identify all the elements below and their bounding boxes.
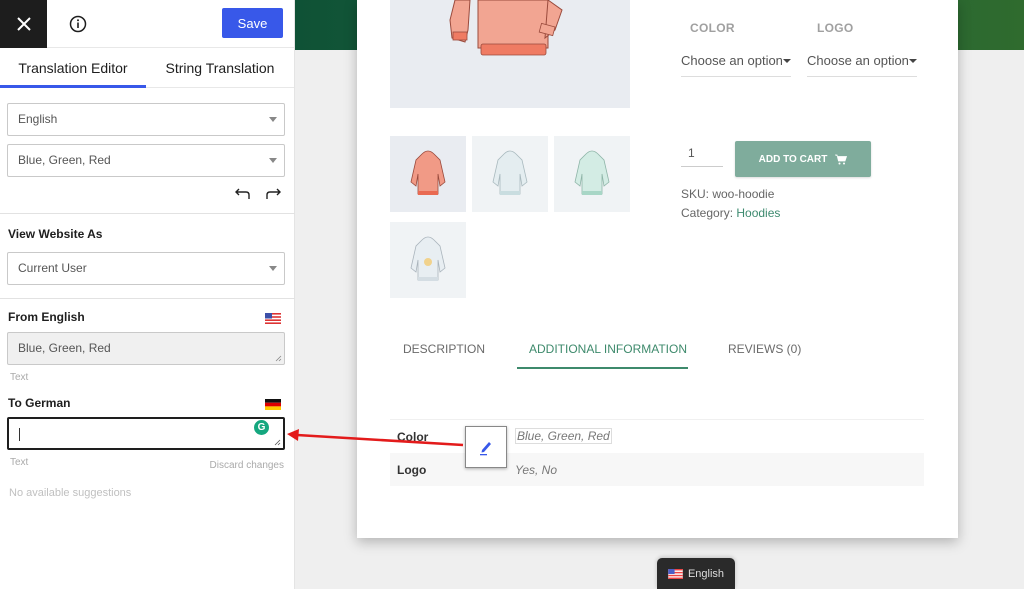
undo-button[interactable] xyxy=(234,186,254,204)
source-type-label: Text xyxy=(10,372,29,383)
editor-tabs: Translation Editor String Translation xyxy=(0,48,294,88)
thumbnail-red-hoodie[interactable] xyxy=(390,136,466,212)
text-cursor xyxy=(19,428,20,441)
color-select[interactable]: Choose an option xyxy=(681,48,791,77)
product-card: COLOR LOGO Choose an option Choose an op… xyxy=(357,0,958,538)
active-tab-indicator xyxy=(517,367,688,369)
suggestions-text: No available suggestions xyxy=(9,487,132,499)
editor-topbar: Save xyxy=(0,0,294,48)
close-icon xyxy=(16,17,31,31)
pencil-icon xyxy=(480,442,491,456)
info-value-logo: Yes, No xyxy=(515,463,558,477)
tab-translation-editor[interactable]: Translation Editor xyxy=(0,48,146,88)
language-select-value: English xyxy=(18,112,58,126)
us-flag-icon xyxy=(668,568,683,579)
add-to-cart-label: ADD TO CART xyxy=(758,153,828,165)
quantity-input[interactable]: 1 xyxy=(681,143,723,167)
redo-button[interactable] xyxy=(264,186,284,204)
source-text-value: Blue, Green, Red xyxy=(18,341,111,355)
info-button[interactable] xyxy=(66,12,90,36)
tab-additional-information[interactable]: ADDITIONAL INFORMATION xyxy=(529,342,687,356)
logo-select[interactable]: Choose an option xyxy=(807,48,917,77)
save-button[interactable]: Save xyxy=(222,8,283,38)
color-attribute-label: COLOR xyxy=(690,21,735,35)
view-as-value: Current User xyxy=(18,261,87,275)
discard-changes-link[interactable]: Discard changes xyxy=(210,460,284,471)
red-hoodie-thumbnail-icon xyxy=(410,150,446,195)
from-language-label: From English xyxy=(8,310,85,324)
grammarly-icon[interactable]: G xyxy=(254,420,269,435)
edit-translation-button[interactable] xyxy=(465,426,507,468)
info-icon xyxy=(69,15,87,33)
view-as-label: View Website As xyxy=(8,227,103,241)
cart-icon xyxy=(835,154,848,164)
color-select-value: Choose an option xyxy=(681,53,783,68)
to-language-label: To German xyxy=(8,396,71,410)
us-flag-icon xyxy=(265,313,281,324)
string-select[interactable]: Blue, Green, Red xyxy=(7,144,285,177)
tab-string-translation[interactable]: String Translation xyxy=(146,48,294,87)
translation-editor-panel: Save Translation Editor String Translati… xyxy=(0,0,295,589)
chevron-down-icon xyxy=(269,117,277,122)
thumbnail-blue-hoodie[interactable] xyxy=(472,136,548,212)
view-as-select[interactable]: Current User xyxy=(7,252,285,285)
product-category: Category: Hoodies xyxy=(681,206,780,220)
chevron-down-icon xyxy=(783,59,791,63)
chevron-down-icon xyxy=(269,266,277,271)
info-key-logo: Logo xyxy=(397,463,427,477)
red-hoodie-image xyxy=(449,0,563,56)
section-divider xyxy=(0,298,295,299)
info-value-color[interactable]: Blue, Green, Red xyxy=(515,428,612,444)
translation-type-label: Text xyxy=(10,457,29,468)
thumbnail-green-hoodie[interactable] xyxy=(554,136,630,212)
translation-input[interactable]: G xyxy=(7,417,285,450)
add-to-cart-button[interactable]: ADD TO CART xyxy=(735,141,871,177)
source-text-field: Blue, Green, Red xyxy=(7,332,285,365)
chevron-down-icon xyxy=(909,59,917,63)
string-select-value: Blue, Green, Red xyxy=(18,153,111,167)
german-flag-icon xyxy=(265,399,281,410)
resize-handle-icon[interactable] xyxy=(274,439,281,446)
category-link[interactable]: Hoodies xyxy=(736,206,780,220)
logo-select-value: Choose an option xyxy=(807,53,909,68)
close-button[interactable] xyxy=(0,0,47,48)
tab-description[interactable]: DESCRIPTION xyxy=(403,342,485,356)
language-switcher-label: English xyxy=(687,567,725,580)
logo-attribute-label: LOGO xyxy=(817,21,854,35)
resize-handle-icon[interactable] xyxy=(275,355,282,362)
green-hoodie-thumbnail-icon xyxy=(574,150,610,195)
chevron-down-icon xyxy=(269,158,277,163)
blue-hoodie-thumbnail-icon xyxy=(492,150,528,195)
redo-icon xyxy=(266,188,281,199)
tab-reviews[interactable]: REVIEWS (0) xyxy=(728,342,801,356)
info-key-color: Color xyxy=(397,430,429,444)
thumbnail-logo-hoodie[interactable] xyxy=(390,222,466,298)
category-prefix: Category: xyxy=(681,206,737,220)
logo-hoodie-thumbnail-icon xyxy=(410,236,446,281)
undo-icon xyxy=(235,188,250,199)
product-sku: SKU: woo-hoodie xyxy=(681,187,775,201)
section-divider xyxy=(0,213,295,214)
product-main-image[interactable] xyxy=(390,0,630,108)
language-select[interactable]: English xyxy=(7,103,285,136)
language-switcher[interactable]: English xyxy=(657,558,735,589)
